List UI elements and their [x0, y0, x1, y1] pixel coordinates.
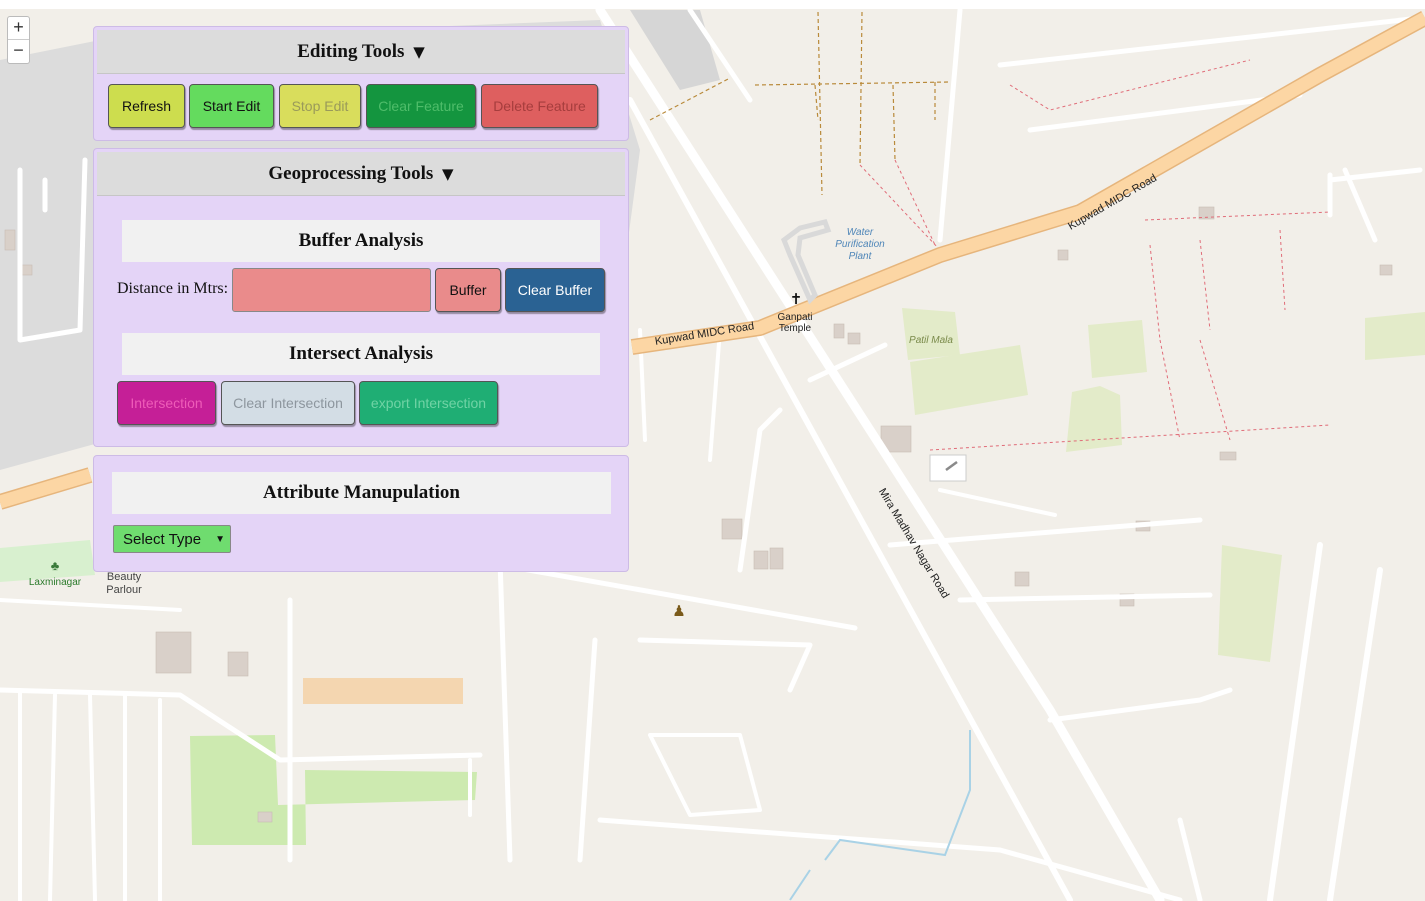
- stop-edit-button[interactable]: Stop Edit: [279, 84, 361, 128]
- start-edit-button[interactable]: Start Edit: [189, 84, 274, 128]
- editing-tools-header[interactable]: Editing Tools ▼: [97, 30, 625, 74]
- zoom-control: + −: [7, 16, 30, 64]
- clear-intersection-button[interactable]: Clear Intersection: [221, 381, 355, 425]
- zoom-in-button[interactable]: +: [8, 17, 29, 40]
- collapse-arrow-icon: ▼: [413, 43, 425, 61]
- parlour-label-1: Beauty: [107, 571, 142, 583]
- place-of-worship-icon: ♟: [672, 603, 685, 620]
- parlour-label-2: Parlour: [106, 584, 142, 596]
- delete-feature-button[interactable]: Delete Feature: [481, 84, 598, 128]
- geoprocessing-tools-title: Geoprocessing Tools: [268, 163, 434, 184]
- editing-tools-title: Editing Tools: [297, 41, 405, 62]
- attribute-manipulation-heading: Attribute Manupulation: [112, 472, 611, 514]
- laxminagar-label: Laxminagar: [29, 577, 82, 588]
- geoprocessing-tools-panel: Geoprocessing Tools ▼ Buffer Analysis Di…: [93, 148, 629, 447]
- intersection-button[interactable]: Intersection: [117, 381, 216, 425]
- attribute-manipulation-panel: Attribute Manupulation Select Type ▼: [93, 455, 629, 572]
- buffer-analysis-heading: Buffer Analysis: [122, 220, 600, 262]
- top-strip: [0, 0, 1425, 9]
- clear-buffer-button[interactable]: Clear Buffer: [505, 268, 605, 312]
- water-plant-label-3: Plant: [849, 251, 873, 262]
- collapse-arrow-icon: ▼: [442, 165, 454, 183]
- geoprocessing-tools-header[interactable]: Geoprocessing Tools ▼: [97, 152, 625, 196]
- temple-label-1: Ganpati: [777, 312, 812, 323]
- refresh-button[interactable]: Refresh: [108, 84, 185, 128]
- distance-label: Distance in Mtrs:: [117, 280, 229, 297]
- temple-label-2: Temple: [779, 323, 812, 334]
- temple-icon: ✝: [790, 291, 803, 308]
- water-plant-label-2: Purification: [835, 239, 885, 250]
- editing-tools-panel: Editing Tools ▼ Refresh Start Edit Stop …: [93, 26, 629, 141]
- export-intersection-button[interactable]: export Intersection: [359, 381, 498, 425]
- clear-feature-button[interactable]: Clear Feature: [366, 84, 476, 128]
- distance-input[interactable]: [232, 268, 431, 312]
- select-type-dropdown[interactable]: Select Type ▼: [113, 525, 231, 553]
- buffer-button[interactable]: Buffer: [435, 268, 501, 312]
- patil-mala-label: Patil Mala: [909, 335, 953, 346]
- select-type-value: Select Type: [123, 531, 202, 548]
- zoom-out-button[interactable]: −: [8, 40, 29, 63]
- water-plant-label-1: Water: [847, 227, 874, 238]
- chevron-down-icon: ▼: [215, 534, 225, 545]
- park-icon: ♣: [51, 558, 60, 573]
- intersect-analysis-heading: Intersect Analysis: [122, 333, 600, 375]
